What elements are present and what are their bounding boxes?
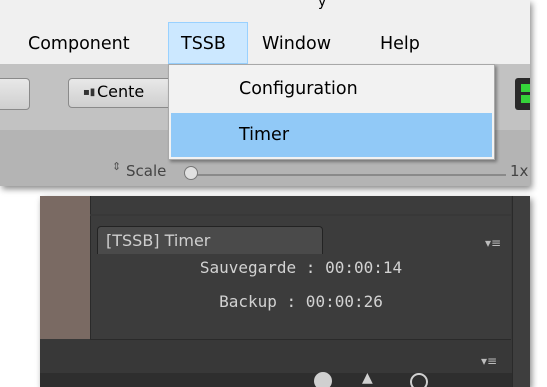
tssb-dropdown-menu: Configuration Timer <box>168 64 495 160</box>
unity-menu-crop: y Component TSSB Window Help ▪▮ Cente ⇕ … <box>0 0 530 186</box>
scale-label: Scale <box>126 162 167 180</box>
pivot-center-label: Cente <box>97 82 145 101</box>
panel-header-strip <box>90 196 511 214</box>
warning-icon[interactable]: ▲ <box>362 370 380 387</box>
right-scroll-strip[interactable] <box>512 196 530 387</box>
menu-item-configuration[interactable]: Configuration <box>171 67 492 111</box>
clipped-title-text: y <box>318 0 327 10</box>
tssb-timer-panel: [TSSB] Timer ▾≡ Sauvegarde : 00:00:14 Ba… <box>90 216 511 340</box>
toolbar-button-left[interactable] <box>0 78 30 110</box>
lower-panel-menu-icon[interactable]: ▾≡ <box>481 354 497 368</box>
info-icon[interactable] <box>314 372 332 387</box>
scale-value: 1x <box>510 162 529 180</box>
menu-lines-icon: ≡ <box>491 236 502 250</box>
play-mode-button[interactable] <box>515 78 530 110</box>
sauvegarde-timer: Sauvegarde : 00:00:14 <box>199 258 403 277</box>
menu-window[interactable]: Window <box>262 22 331 64</box>
menu-item-timer[interactable]: Timer <box>171 113 492 157</box>
green-block-icon <box>521 95 530 103</box>
menu-lines-icon: ≡ <box>487 354 498 368</box>
menu-bar: Component TSSB Window Help <box>0 22 530 64</box>
green-block-icon <box>521 84 530 92</box>
tab-tssb-timer[interactable]: [TSSB] Timer <box>97 226 323 254</box>
pivot-icon: ▪▮ <box>83 87 96 98</box>
error-icon[interactable] <box>410 373 428 387</box>
panel-menu-icon[interactable]: ▾≡ <box>485 236 501 250</box>
unity-editor-crop: [TSSB] Timer ▾≡ Sauvegarde : 00:00:14 Ba… <box>40 196 530 387</box>
scene-view-strip <box>40 196 90 339</box>
scale-slider-track[interactable] <box>196 174 506 176</box>
backup-timer: Backup : 00:00:26 <box>219 292 383 311</box>
scale-slider-knob[interactable] <box>184 166 198 180</box>
menu-component[interactable]: Component <box>28 22 130 64</box>
status-bar <box>40 373 512 387</box>
menu-help[interactable]: Help <box>380 22 420 64</box>
dropdown-arrow-icon: ⇕ <box>112 160 122 173</box>
menu-tssb[interactable]: TSSB <box>168 22 248 64</box>
title-strip: y <box>0 0 530 22</box>
